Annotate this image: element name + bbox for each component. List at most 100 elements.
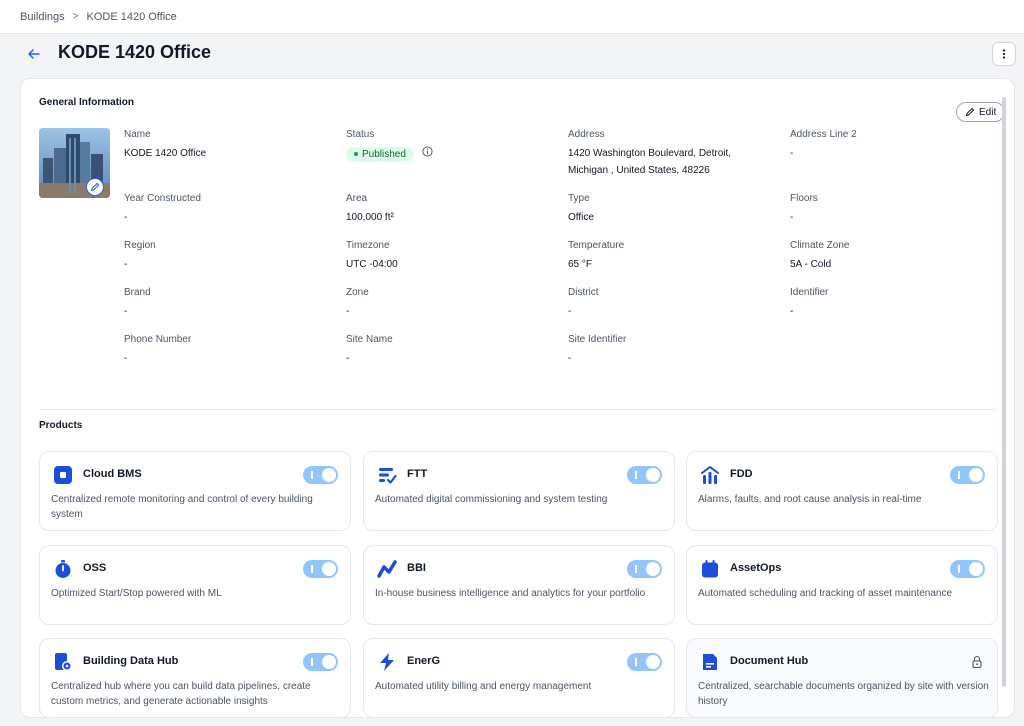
field-value: 65 °F xyxy=(568,259,593,270)
product-toggle[interactable] xyxy=(627,653,662,671)
product-card-oss[interactable]: OSS Optimized Start/Stop powered with ML xyxy=(39,545,351,625)
field-label: Site Name xyxy=(346,334,393,345)
products-title: Products xyxy=(39,420,83,431)
field-label: Type xyxy=(568,193,590,204)
field-value: - xyxy=(124,353,128,364)
breadcrumb-current: KODE 1420 Office xyxy=(86,10,177,23)
field-value: - xyxy=(790,148,794,159)
field-label: Name xyxy=(124,129,151,140)
product-toggle[interactable] xyxy=(627,466,662,484)
product-name: OSS xyxy=(83,562,107,574)
field-label: Floors xyxy=(790,193,818,204)
scrollbar-thumb[interactable] xyxy=(1002,97,1006,687)
edit-button[interactable]: Edit xyxy=(956,102,1006,122)
product-description: Optimized Start/Stop powered with ML xyxy=(51,588,222,599)
product-card-cloud-bms[interactable]: Cloud BMS Centralized remote monitoring … xyxy=(39,451,351,531)
field-value: - xyxy=(346,306,350,317)
product-name: EnerG xyxy=(407,655,441,667)
field-value: KODE 1420 Office xyxy=(124,148,207,159)
field-address-line-2: Address Line 2 - xyxy=(790,129,990,162)
info-icon[interactable] xyxy=(422,146,433,157)
breadcrumb-separator: > xyxy=(72,11,79,22)
general-information-title: General Information xyxy=(39,97,135,108)
photo-edit-button[interactable] xyxy=(86,178,104,196)
field-label: Site Identifier xyxy=(568,334,627,345)
field-value-line1: 1420 Washington Boulevard, Detroit, xyxy=(568,148,732,159)
product-name: Building Data Hub xyxy=(83,655,179,667)
field-value: - xyxy=(790,212,794,223)
field-label: Address Line 2 xyxy=(790,129,857,140)
kebab-menu-icon xyxy=(1002,49,1006,59)
field-label: Brand xyxy=(124,287,151,298)
field-label: Zone xyxy=(346,287,369,298)
ftt-icon xyxy=(376,464,398,486)
field-label: District xyxy=(568,287,599,298)
building-photo xyxy=(39,128,110,198)
product-toggle[interactable] xyxy=(627,560,662,578)
product-description: Automated digital commissioning and syst… xyxy=(375,494,608,505)
cloud-bms-icon xyxy=(52,464,74,486)
field-region: Region - xyxy=(124,240,324,273)
lightning-bolt-icon xyxy=(376,651,398,673)
product-toggle[interactable] xyxy=(303,653,338,671)
product-toggle[interactable] xyxy=(950,466,985,484)
field-label: Address xyxy=(568,129,605,140)
field-type: Type Office xyxy=(568,193,768,226)
field-value: UTC -04:00 xyxy=(346,259,398,270)
field-value: - xyxy=(124,306,128,317)
field-floors: Floors - xyxy=(790,193,990,226)
data-hub-icon xyxy=(52,651,74,673)
status-badge: Published xyxy=(346,146,414,162)
product-card-bbi[interactable]: BBI In-house business intelligence and a… xyxy=(363,545,675,625)
product-name: AssetOps xyxy=(730,562,782,574)
field-district: District - xyxy=(568,287,768,320)
field-value: 100,000 ft² xyxy=(346,212,394,223)
field-value: - xyxy=(568,306,572,317)
pencil-icon xyxy=(90,182,100,192)
breadcrumb-buildings-link[interactable]: Buildings xyxy=(20,11,65,23)
product-toggle[interactable] xyxy=(950,560,985,578)
field-year-constructed: Year Constructed - xyxy=(124,193,324,226)
product-card-energ[interactable]: EnerG Automated utility billing and ener… xyxy=(363,638,675,717)
field-label: Status xyxy=(346,129,375,140)
product-card-fdd[interactable]: FDD Alarms, faults, and root cause analy… xyxy=(686,451,998,531)
section-divider xyxy=(39,409,997,410)
field-value: - xyxy=(124,259,128,270)
product-card-document-hub[interactable]: Document Hub Centralized, searchable doc… xyxy=(686,638,998,717)
product-card-building-data-hub[interactable]: Building Data Hub Centralized hub where … xyxy=(39,638,351,717)
field-phone-number: Phone Number - xyxy=(124,334,324,367)
field-site-identifier: Site Identifier - xyxy=(568,334,768,367)
page-title: KODE 1420 Office xyxy=(58,42,212,62)
product-toggle[interactable] xyxy=(303,466,338,484)
breadcrumb: Buildings > KODE 1420 Office xyxy=(0,0,1024,34)
field-label: Temperature xyxy=(568,240,625,251)
product-card-assetops[interactable]: AssetOps Automated scheduling and tracki… xyxy=(686,545,998,625)
building-details-card: General Information Edit Name KODE 1420 … xyxy=(20,78,1015,718)
field-label: Timezone xyxy=(346,240,390,251)
document-icon xyxy=(699,651,721,673)
product-description: Automated scheduling and tracking of ass… xyxy=(698,588,953,599)
lock-icon xyxy=(972,655,982,669)
field-value: - xyxy=(568,353,572,364)
field-value: 5A - Cold xyxy=(790,259,832,270)
field-value: - xyxy=(124,212,128,223)
scrollbar[interactable] xyxy=(1002,97,1006,707)
product-card-ftt[interactable]: FTT Automated digital commissioning and … xyxy=(363,451,675,531)
field-brand: Brand - xyxy=(124,287,324,320)
field-value: - xyxy=(790,306,794,317)
field-label: Identifier xyxy=(790,287,829,298)
product-description: Centralized, searchable documents organi… xyxy=(698,681,989,707)
more-options-button[interactable] xyxy=(992,42,1016,66)
field-temperature: Temperature 65 °F xyxy=(568,240,768,273)
field-address: Address 1420 Washington Boulevard, Detro… xyxy=(568,129,768,179)
field-label: Year Constructed xyxy=(124,193,201,204)
field-label: Climate Zone xyxy=(790,240,850,251)
product-description: Automated utility billing and energy man… xyxy=(375,681,592,692)
field-label: Area xyxy=(346,193,368,204)
field-status: Status Published xyxy=(346,129,546,162)
product-toggle[interactable] xyxy=(303,560,338,578)
product-description: Centralized hub where you can build data… xyxy=(51,681,311,707)
back-arrow-icon[interactable] xyxy=(24,44,44,64)
product-name: Document Hub xyxy=(730,655,809,667)
field-label: Phone Number xyxy=(124,334,192,345)
